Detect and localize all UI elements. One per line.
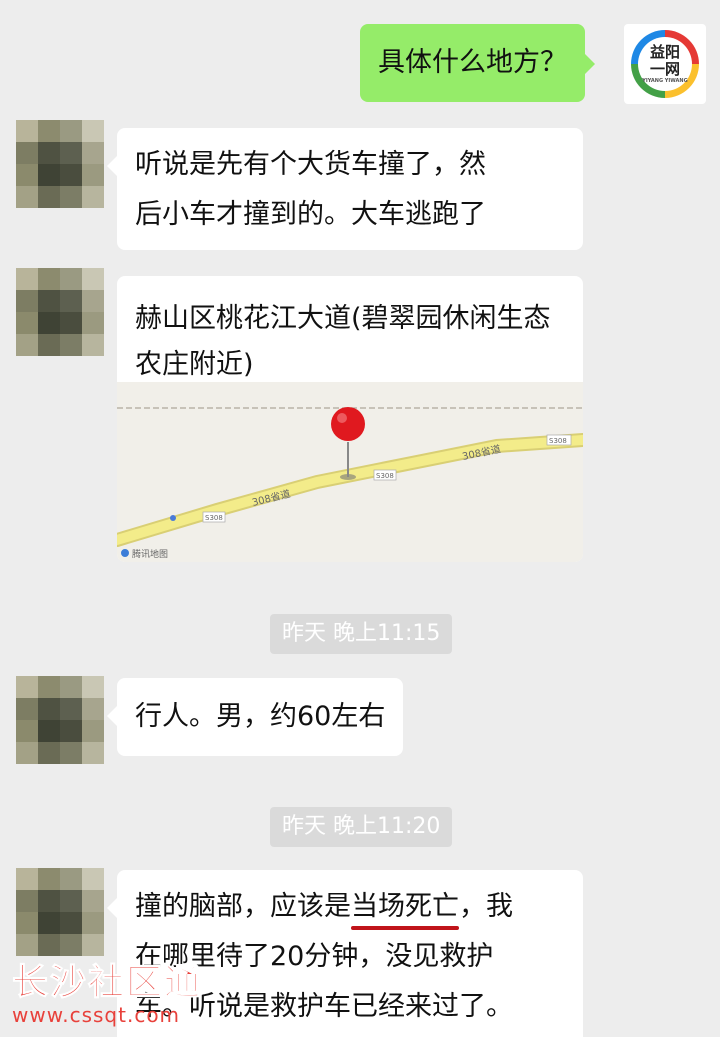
road-outline	[117, 433, 583, 547]
location-title: 赫山区桃花江大道(碧翠园休闲生态农庄附近)	[135, 303, 551, 380]
road-code-label: S308	[549, 437, 567, 445]
timestamp-badge: 昨天 晚上11:15	[270, 614, 453, 654]
location-pin-icon	[331, 407, 365, 441]
watermark: 长沙社区通 www.cssqt.com	[11, 962, 203, 1027]
message-line: 听说是先有个大货车撞了，然	[135, 149, 486, 180]
road-code-label: S308	[205, 514, 223, 522]
contact-avatar[interactable]	[16, 676, 104, 764]
location-message-card[interactable]: 赫山区桃花江大道(碧翠园休闲生态农庄附近) 308省道 308省道 S308 S…	[117, 276, 583, 562]
map-provider-label: 腾讯地图	[132, 548, 168, 560]
logo-line1: 益阳	[649, 43, 680, 61]
watermark-title: 长沙社区通	[11, 962, 203, 1004]
contact-avatar[interactable]	[16, 868, 104, 956]
underlined-phrase: 当场死亡	[351, 882, 459, 932]
message-line: 撞的脑部，应该是当场死亡，我	[135, 882, 565, 932]
contact-avatar[interactable]	[16, 268, 104, 356]
timestamp-badge: 昨天 晚上11:20	[270, 807, 453, 847]
received-message-bubble[interactable]: 听说是先有个大货车撞了，然 后小车才撞到的。大车逃跑了	[107, 128, 583, 250]
contact-avatar[interactable]	[16, 120, 104, 208]
tencent-map-logo-icon	[121, 549, 129, 557]
map-svg: 308省道 308省道 S308 S308 S308 腾讯地图	[117, 407, 583, 560]
logo-sub: YIYANG YIWANG	[642, 78, 688, 84]
watermark-url: www.cssqt.com	[12, 1003, 181, 1027]
message-fragment: ，我	[459, 891, 513, 922]
bus-stop-icon	[170, 515, 176, 521]
my-avatar[interactable]: 益阳 一网 YIYANG YIWANG	[624, 24, 706, 104]
received-message-bubble[interactable]: 行人。男，约60左右	[106, 678, 404, 756]
sent-message-text: 具体什么地方？	[378, 47, 567, 78]
road-code-label: S308	[376, 472, 394, 480]
yiyang-logo-icon: 益阳 一网 YIYANG YIWANG	[631, 30, 699, 98]
location-map[interactable]: 308省道 308省道 S308 S308 S308 腾讯地图	[117, 382, 583, 562]
message-fragment: 撞的脑部，应该是	[135, 891, 351, 922]
message-line: 后小车才撞到的。大车逃跑了	[135, 199, 486, 230]
sent-message-bubble[interactable]: 具体什么地方？	[360, 24, 595, 102]
logo-line2: 一网	[649, 60, 680, 78]
message-text: 行人。男，约60左右	[135, 701, 386, 732]
